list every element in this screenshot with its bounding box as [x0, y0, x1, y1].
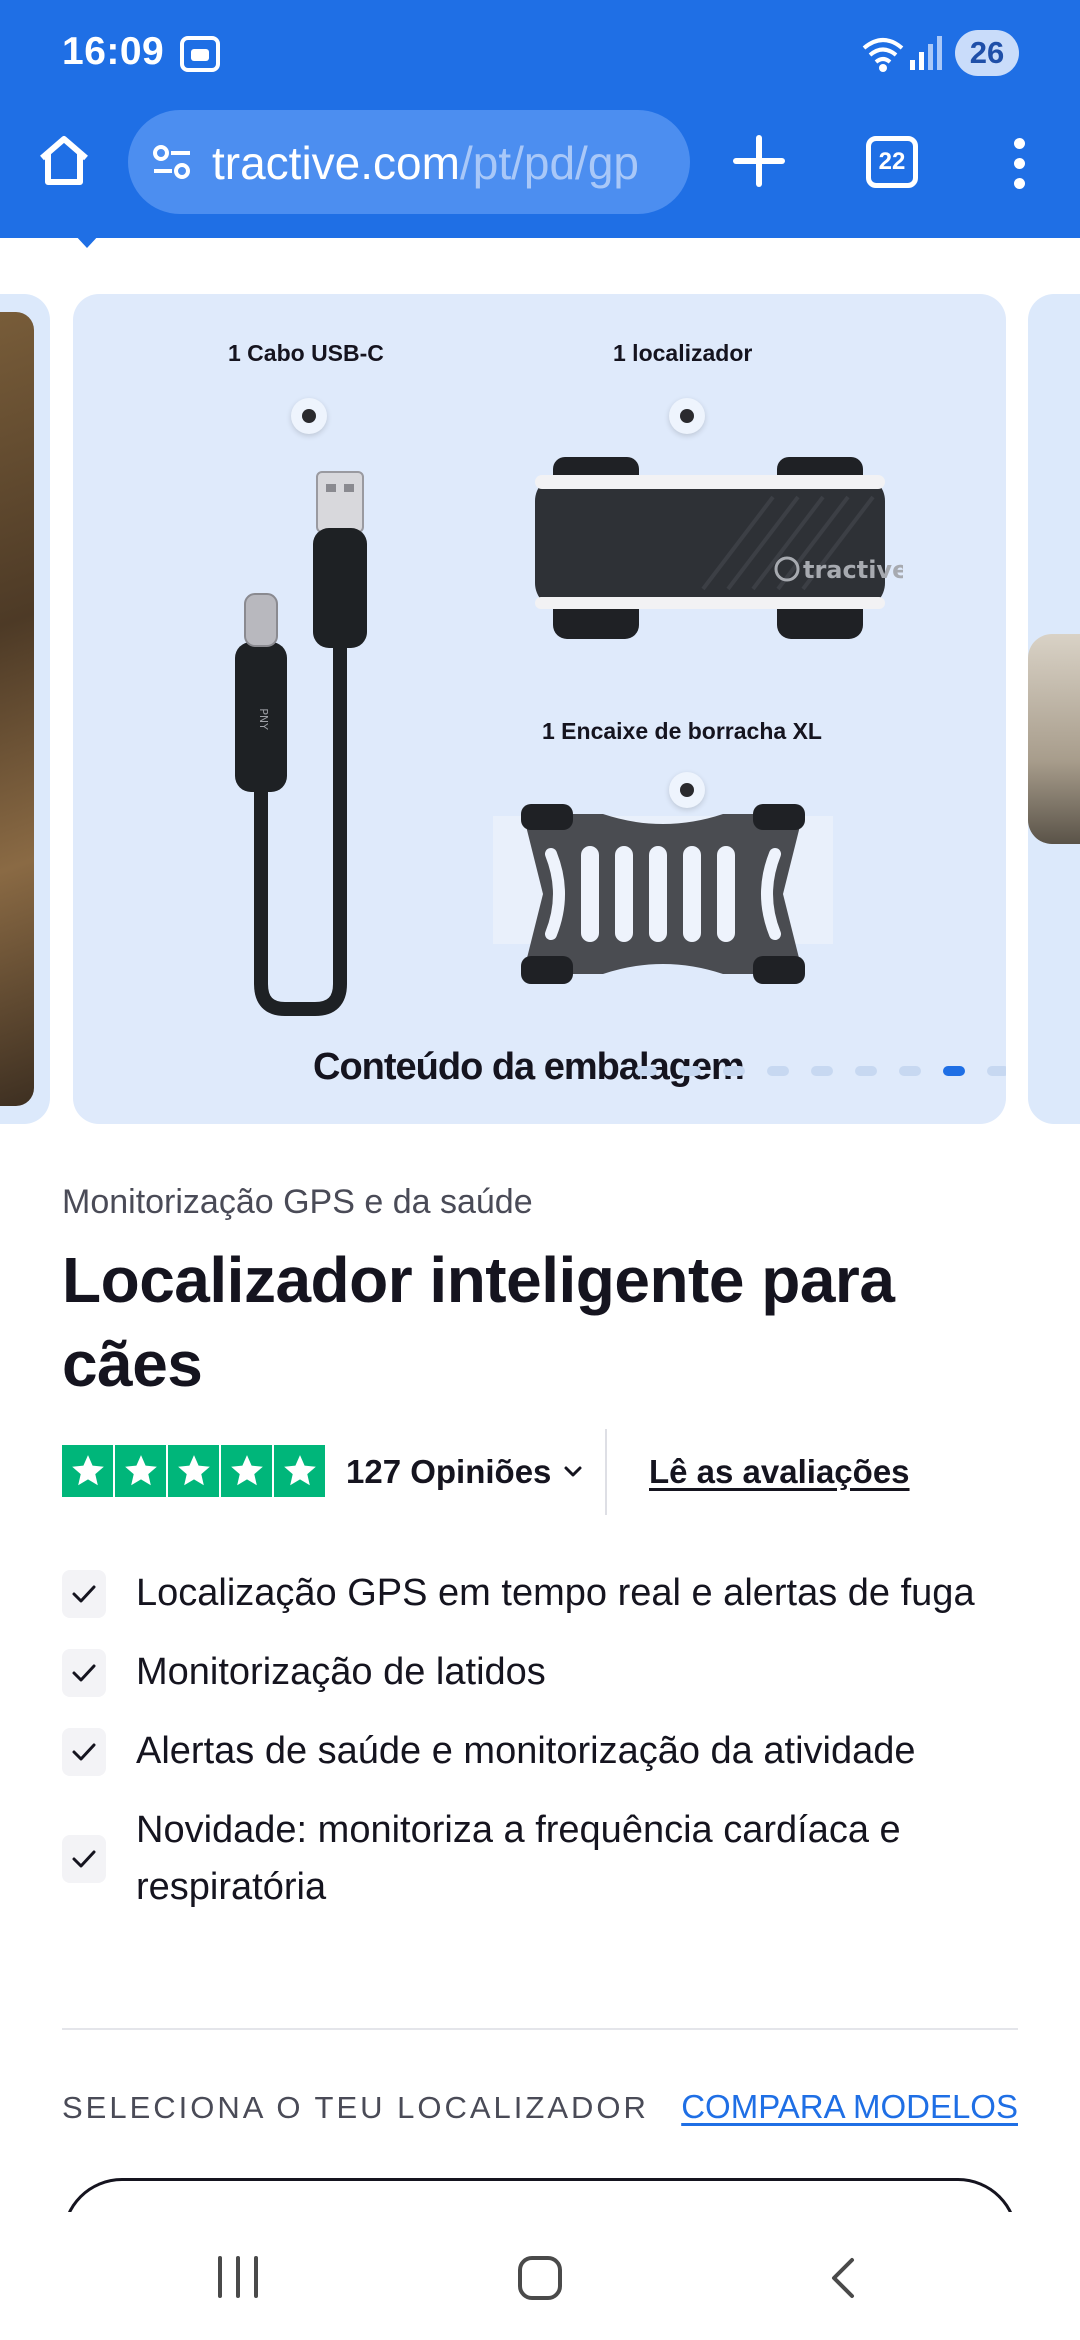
- callout-rubber-clip: 1 Encaixe de borracha XL: [542, 718, 822, 744]
- url-path: /pt/pd/gp: [459, 137, 639, 189]
- pager-dot[interactable]: [987, 1066, 1006, 1076]
- gallery-icon: [180, 36, 220, 72]
- url-host: tractive.com: [212, 137, 460, 189]
- address-bar[interactable]: tractive.com/pt/pd/gp: [128, 110, 690, 214]
- pager-dot[interactable]: [767, 1066, 789, 1076]
- home-nav-icon[interactable]: [518, 2256, 562, 2300]
- next-slide-image: [1028, 634, 1080, 844]
- url-text[interactable]: tractive.com/pt/pd/gp: [212, 136, 682, 190]
- pager-dot[interactable]: [635, 1066, 657, 1076]
- feature-item: Localização GPS em tempo real e alertas …: [62, 1565, 1022, 1622]
- read-reviews-link[interactable]: Lê as avaliações: [649, 1453, 910, 1491]
- carousel-pager[interactable]: [635, 1066, 1006, 1078]
- trustpilot-stars: [62, 1445, 325, 1497]
- cable-brand-label: PNY: [257, 708, 270, 730]
- home-icon[interactable]: [34, 130, 94, 190]
- pager-dot[interactable]: [943, 1066, 965, 1076]
- feature-text: Monitorização de latidos: [136, 1651, 546, 1693]
- check-icon: [62, 1835, 106, 1883]
- hotspot-usb-cable[interactable]: [291, 398, 327, 434]
- section-divider: [62, 2028, 1018, 2030]
- feature-text: Localização GPS em tempo real e alertas …: [136, 1572, 975, 1614]
- carousel-prev-slide[interactable]: [0, 294, 50, 1124]
- hotspot-tracker[interactable]: [669, 398, 705, 434]
- callout-tracker: 1 localizador: [613, 340, 753, 366]
- pager-dot[interactable]: [679, 1066, 701, 1076]
- wifi-icon: [862, 38, 904, 72]
- tune-icon[interactable]: [150, 140, 194, 184]
- selector-header: SELECIONA O TEU LOCALIZADOR COMPARA MODE…: [62, 2086, 1018, 2130]
- status-time: 16:09: [62, 30, 165, 73]
- usb-c-cable-image: PNY: [235, 471, 367, 1016]
- carousel-slide-box-contents[interactable]: 1 Cabo USB-C 1 localizador 1 Encaixe de …: [73, 294, 1006, 1124]
- feature-text: Novidade: monitoriza a frequência cardía…: [136, 1809, 901, 1908]
- star-icon: [221, 1445, 272, 1497]
- star-icon: [168, 1445, 219, 1497]
- rating-row: 127 Opiniões Lê as avaliações: [62, 1429, 1022, 1515]
- star-icon: [115, 1445, 166, 1497]
- rubber-clip-image: [493, 804, 833, 984]
- more-vert-icon[interactable]: [1000, 138, 1040, 190]
- page-menu-pointer: [74, 234, 100, 248]
- pager-dot[interactable]: [723, 1066, 745, 1076]
- carousel-next-slide[interactable]: [1028, 294, 1080, 1124]
- pager-dot[interactable]: [899, 1066, 921, 1076]
- status-bar: 16:09 26: [0, 0, 1080, 110]
- system-nav-bar: [0, 2212, 1080, 2340]
- callout-usb-cable: 1 Cabo USB-C: [228, 340, 384, 366]
- selector-label: SELECIONA O TEU LOCALIZADOR: [62, 2090, 649, 2125]
- check-icon: [62, 1727, 106, 1776]
- tracker-image: tractive: [535, 457, 903, 639]
- star-icon: [274, 1445, 325, 1497]
- image-carousel[interactable]: 1 Cabo USB-C 1 localizador 1 Encaixe de …: [0, 294, 1080, 1124]
- pager-dot[interactable]: [811, 1066, 833, 1076]
- feature-list: Localização GPS em tempo real e alertas …: [62, 1565, 1022, 1938]
- feature-item: Alertas de saúde e monitorização da ativ…: [62, 1723, 1022, 1780]
- check-icon: [62, 1648, 106, 1697]
- feature-text: Alertas de saúde e monitorização da ativ…: [136, 1730, 916, 1772]
- divider: [605, 1429, 607, 1515]
- back-icon[interactable]: [828, 2256, 858, 2300]
- signal-icon: [910, 36, 942, 70]
- star-icon: [62, 1445, 113, 1497]
- plus-icon[interactable]: [730, 132, 788, 190]
- tracker-brand-label: tractive: [803, 556, 903, 584]
- tab-switcher-button[interactable]: 22: [866, 136, 918, 188]
- product-eyebrow: Monitorização GPS e da saúde: [62, 1183, 533, 1221]
- product-title: Localizador inteligente para cães: [62, 1244, 895, 1400]
- battery-indicator: 26: [955, 30, 1019, 76]
- chevron-down-icon[interactable]: [560, 1459, 586, 1485]
- feature-item: Novidade: monitoriza a frequência cardía…: [62, 1802, 1022, 1916]
- check-icon: [62, 1569, 106, 1618]
- pager-dot[interactable]: [855, 1066, 877, 1076]
- compare-models-link[interactable]: COMPARA MODELOS: [681, 2088, 1018, 2126]
- browser-chrome: 16:09 26 tractive.com/pt/pd/gp 22: [0, 0, 1080, 238]
- reviews-count-button[interactable]: 127 Opiniões: [346, 1453, 551, 1491]
- feature-item: Monitorização de latidos: [62, 1644, 1022, 1701]
- prev-slide-image: [0, 312, 34, 1106]
- recent-apps-icon[interactable]: [216, 2256, 260, 2298]
